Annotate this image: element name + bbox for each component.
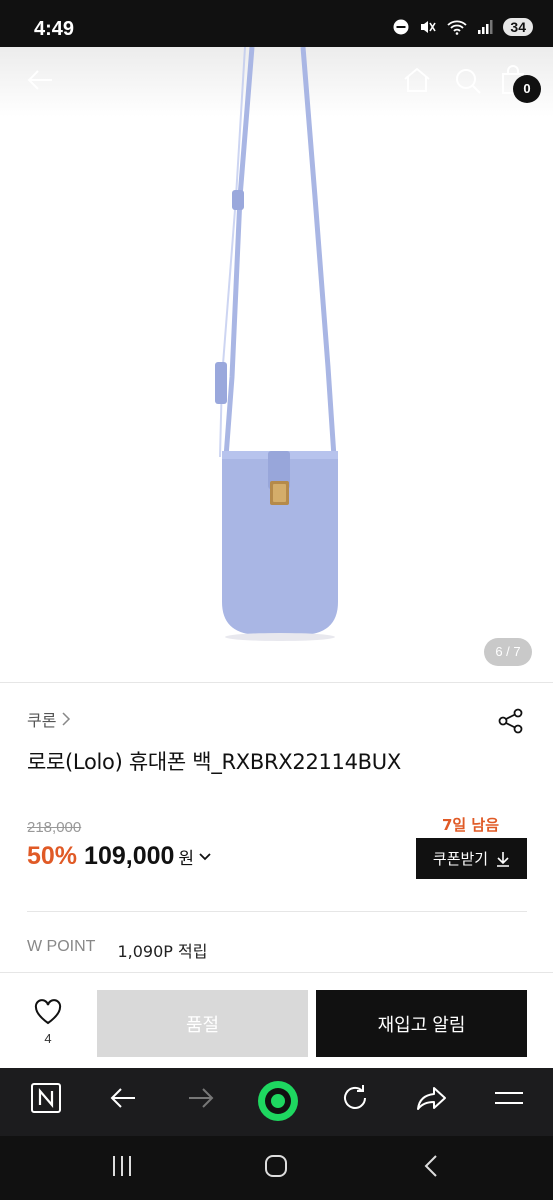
mute-icon xyxy=(421,21,437,33)
days-left-label: 7일 남음 xyxy=(441,816,499,834)
chevron-down-icon[interactable] xyxy=(198,852,212,862)
back-button[interactable] xyxy=(26,68,54,92)
product-title: 로로(Lolo) 휴대폰 백_RXBRX22114BUX xyxy=(27,750,401,774)
home-button[interactable] xyxy=(402,66,432,94)
sale-price: 109,000 xyxy=(84,842,175,870)
image-counter: 6 / 7 xyxy=(484,638,532,666)
system-navigation-bar xyxy=(0,1136,553,1200)
purchase-action-bar: 4 품절 재입고 알림 xyxy=(0,972,553,1068)
status-time: 4:49 xyxy=(34,18,75,40)
point-value: 1,090P 적립 xyxy=(117,942,208,961)
green-dot-icon[interactable] xyxy=(257,1080,299,1122)
status-bar: 4:49 34 xyxy=(0,0,553,47)
download-icon xyxy=(497,851,510,867)
back-nav-icon[interactable] xyxy=(422,1154,442,1178)
home-nav-icon[interactable] xyxy=(264,1154,288,1178)
browser-back-icon[interactable] xyxy=(108,1082,138,1114)
chevron-right-icon xyxy=(62,712,71,726)
do-not-disturb-icon xyxy=(393,19,409,35)
currency-unit: 원 xyxy=(178,849,195,869)
coupon-label: 쿠폰받기 xyxy=(432,851,489,868)
wifi-icon xyxy=(447,20,468,35)
point-row: W POINT 1,090P 적립 xyxy=(27,938,207,962)
divider xyxy=(0,682,553,683)
share-forward-icon[interactable] xyxy=(416,1082,448,1114)
like-count: 4 xyxy=(44,1031,52,1046)
search-button[interactable] xyxy=(454,67,482,95)
price-row: 50% 109,000 원 xyxy=(27,842,212,871)
refresh-icon[interactable] xyxy=(340,1082,370,1114)
soldout-button: 품절 xyxy=(97,990,308,1057)
heart-icon xyxy=(34,999,62,1025)
status-icons: 34 xyxy=(393,18,533,36)
browser-toolbar xyxy=(0,1068,553,1136)
signal-icon xyxy=(478,20,493,34)
original-price: 218,000 xyxy=(27,819,82,836)
cart-count-badge: 0 xyxy=(513,75,541,103)
battery-indicator: 34 xyxy=(503,18,533,36)
brand-name: 쿠론 xyxy=(27,711,57,730)
coupon-download-button[interactable]: 쿠폰받기 xyxy=(416,838,527,879)
browser-forward-icon[interactable] xyxy=(186,1082,216,1114)
product-image-gallery[interactable]: 6 / 7 xyxy=(0,47,553,682)
naver-home-icon[interactable] xyxy=(30,1082,62,1114)
brand-link[interactable]: 쿠론 xyxy=(27,707,71,731)
recent-apps-icon[interactable] xyxy=(110,1154,134,1178)
divider xyxy=(27,911,527,912)
point-label: W POINT xyxy=(27,938,96,955)
share-button[interactable] xyxy=(498,708,524,734)
discount-rate: 50% xyxy=(27,842,78,870)
like-button[interactable]: 4 xyxy=(22,999,74,1046)
menu-icon[interactable] xyxy=(493,1082,525,1114)
restock-alert-button[interactable]: 재입고 알림 xyxy=(316,990,527,1057)
product-image xyxy=(215,47,338,641)
